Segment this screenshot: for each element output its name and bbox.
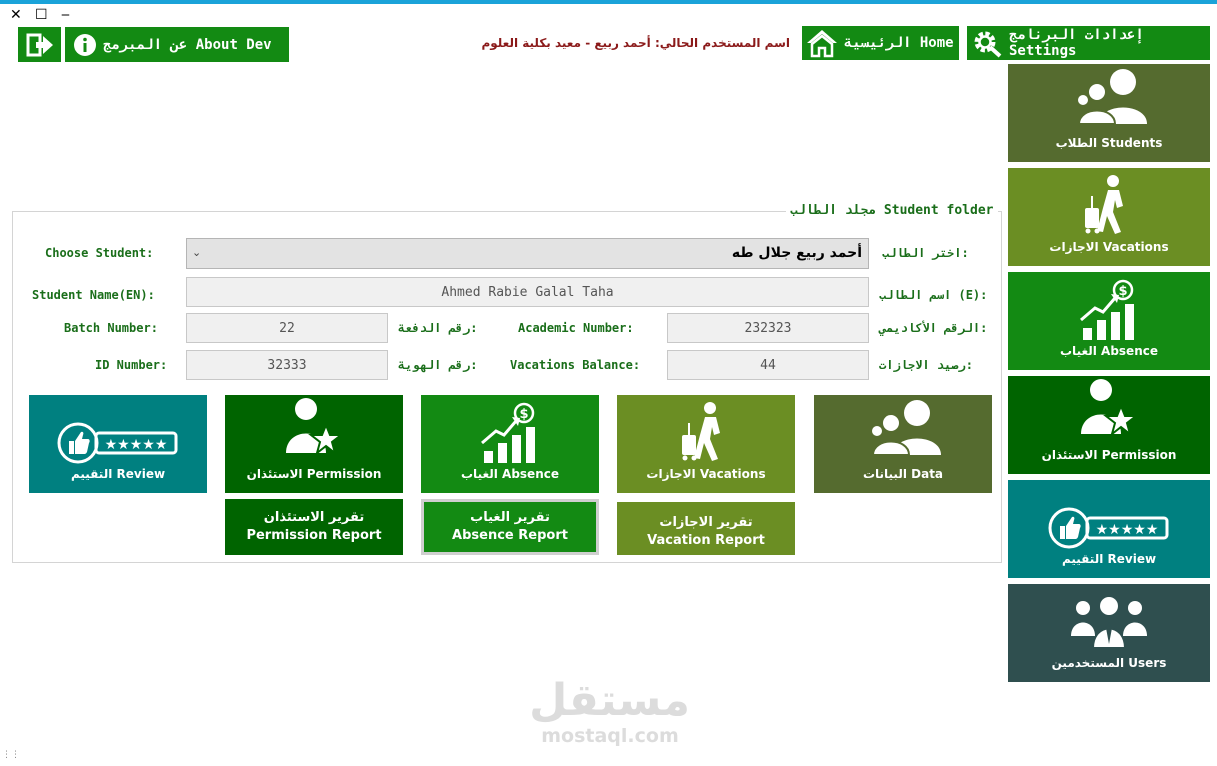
review-button-label: التقييم Review [70, 467, 166, 481]
users-group-icon [1076, 69, 1147, 125]
growth-chart-icon: $ [481, 402, 535, 463]
permission-button-label: الاستئذان Permission [246, 467, 382, 481]
student-name-en-label: Student Name(EN): [32, 288, 155, 302]
watermark: مستقل mostaql.com [529, 675, 690, 747]
vacation-report-button[interactable]: تقرير الاجازات Vacation Report [617, 502, 795, 555]
current-user-text: اسم المستخدم الحالي: أحمد ربيع - معيد بك… [481, 36, 790, 50]
choose-student-label-ar: اختر الطالب: [882, 246, 969, 260]
absence-button-label: الغياب Absence [461, 467, 559, 481]
choose-student-label: Choose Student: [45, 246, 154, 260]
svg-text:★★★★★: ★★★★★ [1096, 522, 1159, 538]
business-users-icon [1071, 597, 1147, 649]
vacation-report-label-ar: تقرير الاجازات [659, 514, 753, 530]
home-icon [807, 30, 837, 58]
permission-report-button[interactable]: تقرير الاستئذان Permission Report [225, 499, 403, 555]
sidebar-item-students-label: الطلاب Students [1055, 136, 1163, 150]
settings-button[interactable]: إعدادات البرنامج Settings [967, 26, 1210, 60]
review-button[interactable]: ★★★★★ التقييم Review [29, 395, 207, 493]
sidebar-item-vacations[interactable]: الاجازات Vacations [1008, 168, 1210, 266]
thumbs-up-rating-icon: ★★★★★ [1048, 507, 1169, 549]
data-button[interactable]: البيانات Data [814, 395, 992, 493]
student-name-label-ar: اسم الطالب (E): [879, 288, 988, 302]
sidebar-item-review[interactable]: ★★★★★ التقييم Review [1008, 480, 1210, 578]
sidebar-item-review-label: التقييم Review [1061, 552, 1157, 566]
info-icon [74, 33, 96, 56]
vacations-button[interactable]: الاجازات Vacations [617, 395, 795, 493]
sidebar-item-users-label: المستخدمين Users [1051, 656, 1167, 670]
logout-icon [26, 33, 53, 56]
academic-number-label-ar: الرقم الأكاديمي: [879, 321, 988, 335]
sidebar-item-permission-label: الاستئذان Permission [1041, 448, 1177, 462]
settings-label: إعدادات البرنامج Settings [1009, 27, 1144, 59]
data-button-label: البيانات Data [862, 467, 944, 481]
user-star-icon [286, 398, 344, 456]
thumbs-up-rating-icon: ★★★★★ [57, 422, 178, 464]
traveler-icon [1085, 175, 1123, 234]
batch-number-label-ar: رقم الدفعة: [398, 321, 478, 335]
selected-student-value: أحمد ربيع جلال طه [731, 245, 862, 261]
users-group-icon [870, 400, 941, 456]
batch-number-field[interactable]: 22 [186, 313, 388, 343]
sidebar-item-vacations-label: الاجازات Vacations [1049, 240, 1169, 254]
home-label: الرئيسية Home [844, 35, 954, 51]
absence-report-label-ar: تقرير الغياب [470, 510, 550, 525]
about-dev-label: عن المبرمج About Dev [103, 36, 272, 53]
home-button[interactable]: الرئيسية Home [802, 26, 959, 60]
svg-text:★★★★★: ★★★★★ [105, 437, 168, 453]
permission-report-label-en: Permission Report [246, 528, 382, 543]
minimize-icon[interactable]: ‒ [61, 7, 70, 23]
absence-report-label-en: Absence Report [452, 528, 568, 543]
resize-grip-icon[interactable]: ⋮⋮ [2, 750, 20, 760]
user-star-icon [1081, 379, 1139, 437]
academic-number-label: Academic Number: [518, 321, 634, 335]
id-number-label: ID Number: [95, 358, 168, 372]
svg-text:$: $ [519, 407, 528, 422]
sidebar-item-permission[interactable]: الاستئذان Permission [1008, 376, 1210, 474]
settings-gear-icon [974, 31, 1002, 58]
svg-text:$: $ [1118, 284, 1127, 299]
permission-button[interactable]: الاستئذان Permission [225, 395, 403, 493]
vacations-button-label: الاجازات Vacations [646, 467, 766, 481]
sidebar-item-absence[interactable]: $ الغياب Absence [1008, 272, 1210, 370]
absence-report-button[interactable]: تقرير الغياب Absence Report [421, 499, 599, 555]
about-dev-button[interactable]: عن المبرمج About Dev [65, 27, 289, 62]
academic-number-field[interactable]: 232323 [667, 313, 869, 343]
permission-report-label-ar: تقرير الاستئذان [263, 510, 365, 525]
sidebar-item-students[interactable]: الطلاب Students [1008, 64, 1210, 162]
vacations-balance-label: Vacations Balance: [510, 358, 641, 372]
close-icon[interactable]: ✕ [10, 7, 22, 23]
absence-button[interactable]: $ الغياب Absence [421, 395, 599, 493]
id-number-field[interactable]: 32333 [186, 350, 388, 380]
student-select[interactable]: ⌄ أحمد ربيع جلال طه [186, 238, 869, 269]
watermark-arabic: مستقل [529, 675, 690, 726]
sidebar-item-absence-label: الغياب Absence [1060, 344, 1158, 358]
traveler-icon [682, 402, 720, 461]
id-number-label-ar: رقم الهوية: [398, 358, 478, 372]
growth-chart-icon: $ [1080, 279, 1134, 340]
vacations-balance-label-ar: رصيد الاجازات: [879, 358, 973, 372]
vacation-report-label-en: Vacation Report [647, 532, 765, 548]
batch-number-label: Batch Number: [64, 321, 158, 335]
student-folder-title: مجلد الطالب Student folder [786, 203, 998, 218]
watermark-latin: mostaql.com [541, 725, 679, 747]
chevron-down-icon: ⌄ [192, 246, 202, 259]
vacations-balance-field[interactable]: 44 [667, 350, 869, 380]
maximize-icon[interactable]: ☐ [35, 7, 48, 23]
student-name-field[interactable]: Ahmed Rabie Galal Taha [186, 277, 869, 307]
title-bar-accent [0, 0, 1217, 4]
sidebar-item-users[interactable]: المستخدمين Users [1008, 584, 1210, 682]
logout-button[interactable] [18, 27, 61, 62]
